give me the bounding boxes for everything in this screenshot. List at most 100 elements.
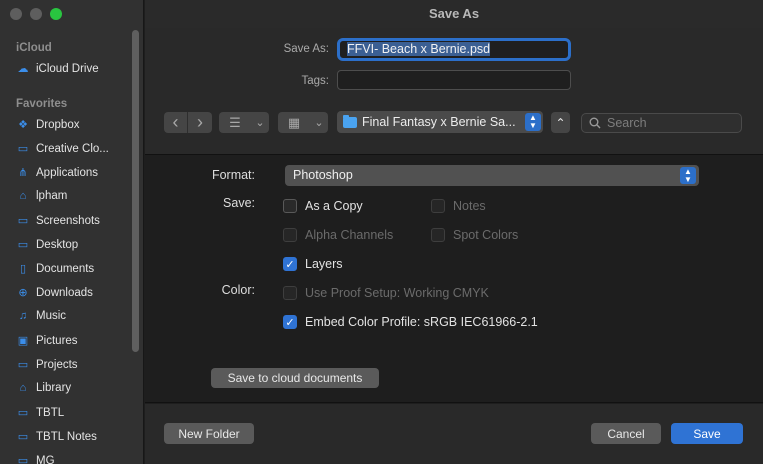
embed-color-profile-checkbox[interactable]: ✓ Embed Color Profile: sRGB IEC61966-2.1	[283, 315, 538, 329]
checkbox-box	[283, 286, 297, 300]
zoom-window-button[interactable]	[50, 8, 62, 20]
folder-icon: ▭	[17, 407, 29, 419]
sidebar-item-label: Creative Clo...	[36, 142, 109, 155]
save-button[interactable]: Save	[671, 423, 743, 444]
updown-arrows-icon: ▲ ▼	[525, 113, 541, 131]
as-a-copy-checkbox[interactable]: As a Copy	[283, 199, 363, 213]
window-controls	[10, 8, 62, 20]
window-title: Save As	[145, 0, 763, 28]
sidebar-item-label: TBTL Notes	[36, 430, 97, 443]
forward-button[interactable]: ›	[188, 112, 212, 133]
location-popup[interactable]: Final Fantasy x Bernie Sa... ▲ ▼	[337, 111, 543, 133]
sidebar-item-label: Dropbox	[36, 118, 80, 131]
sidebar-item-icloud-drive[interactable]: ☁ iCloud Drive	[16, 62, 134, 76]
cancel-button[interactable]: Cancel	[591, 423, 661, 444]
checkbox-box	[283, 228, 297, 242]
search-field[interactable]: Search	[581, 113, 742, 133]
spot-colors-checkbox[interactable]: Spot Colors	[431, 228, 518, 242]
collapse-browser-button[interactable]: ⌃	[551, 112, 570, 133]
desktop-icon: ▭	[17, 239, 29, 251]
sidebar-item-desktop[interactable]: ▭ Desktop	[16, 238, 134, 252]
group-view-menu[interactable]: ▦ ⌄	[278, 112, 328, 133]
view-list-menu[interactable]: ☰ ⌄	[219, 112, 269, 133]
layers-checkbox[interactable]: ✓ Layers	[283, 257, 343, 271]
sidebar-item-label: TBTL	[36, 406, 65, 419]
sidebar-item-label: lpham	[36, 190, 68, 202]
checkmark-icon: ✓	[283, 315, 297, 329]
sidebar-item-label: Pictures	[36, 334, 78, 347]
sidebar-item-label: Downloads	[36, 286, 93, 299]
checkbox-label: As a Copy	[305, 199, 363, 213]
checkmark-icon: ✓	[283, 257, 297, 271]
sidebar-item-label: Music	[36, 310, 67, 322]
dialog-footer: New Folder Cancel Save	[145, 404, 763, 464]
sidebar-item-label: Library	[36, 382, 72, 394]
location-label: Final Fantasy x Bernie Sa...	[362, 115, 516, 129]
sidebar-item-downloads[interactable]: ⊕ Downloads	[16, 286, 134, 300]
sidebar-item-pictures[interactable]: ▣ Pictures	[16, 334, 134, 348]
sidebar-item-creative-cloud[interactable]: ▭ Creative Clo...	[16, 142, 134, 156]
sidebar-item-tbtl-notes[interactable]: ▭ TBTL Notes	[16, 430, 134, 444]
sidebar-item-documents[interactable]: ▯ Documents	[16, 262, 134, 276]
music-icon: ♫	[18, 310, 28, 322]
cloud-icon: ☁	[17, 63, 29, 75]
applications-icon: ⋔	[18, 167, 28, 179]
new-folder-button[interactable]: New Folder	[164, 423, 254, 444]
tags-label: Tags:	[301, 75, 330, 87]
format-value: Photoshop	[293, 168, 353, 182]
updown-arrows-icon: ▲ ▼	[680, 167, 696, 184]
save-to-cloud-button[interactable]: Save to cloud documents	[211, 368, 379, 388]
sidebar-item-tbtl[interactable]: ▭ TBTL	[16, 406, 134, 420]
use-proof-setup-checkbox[interactable]: Use Proof Setup: Working CMYK	[283, 286, 489, 300]
sidebar-item-mg[interactable]: ▭ MG	[16, 454, 134, 464]
save-options: Format: Photoshop ▲ ▼ Save: As a Copy Not…	[145, 156, 763, 403]
save-as-label: Save As:	[283, 43, 329, 55]
sidebar-item-screenshots[interactable]: ▭ Screenshots	[16, 214, 134, 228]
sidebar-item-lpham[interactable]: ⌂ lpham	[16, 190, 134, 202]
notes-checkbox[interactable]: Notes	[431, 199, 486, 213]
folder-icon: ▭	[17, 143, 29, 155]
folder-icon: ▭	[17, 431, 29, 443]
sidebar-item-label: Applications	[36, 166, 99, 179]
search-icon	[589, 117, 601, 129]
color-options-label: Color:	[221, 283, 255, 297]
home-icon: ⌂	[19, 190, 27, 202]
sidebar-section-favorites: Favorites	[16, 98, 68, 110]
checkbox-label: Use Proof Setup: Working CMYK	[305, 286, 489, 300]
checkbox-label: Embed Color Profile: sRGB IEC61966-2.1	[305, 315, 538, 329]
back-button[interactable]: ‹	[164, 112, 188, 133]
folder-icon: ▭	[17, 215, 29, 227]
sidebar-item-label: iCloud Drive	[36, 62, 99, 75]
sidebar-item-library[interactable]: ⌂ Library	[16, 382, 134, 394]
document-icon: ▯	[19, 263, 27, 275]
download-icon: ⊕	[18, 287, 28, 299]
sidebar-item-dropbox[interactable]: ❖ Dropbox	[16, 118, 134, 132]
sidebar-item-label: Desktop	[36, 238, 79, 251]
checkbox-box	[431, 199, 445, 213]
folder-icon	[343, 114, 357, 128]
sidebar-item-label: Screenshots	[36, 214, 100, 227]
grid-view-icon: ▦	[287, 114, 301, 130]
chevron-down-icon: ⌄	[314, 117, 324, 129]
format-select[interactable]: Photoshop ▲ ▼	[285, 165, 699, 186]
sidebar-item-projects[interactable]: ▭ Projects	[16, 358, 134, 372]
sidebar-scrollbar[interactable]	[132, 30, 139, 352]
sidebar-item-label: Documents	[36, 262, 95, 275]
checkbox-label: Alpha Channels	[305, 228, 394, 242]
checkbox-box	[283, 199, 297, 213]
filename-field[interactable]: FFVI- Beach x Bernie.psd	[337, 38, 571, 61]
close-window-button[interactable]	[10, 8, 22, 20]
tags-field[interactable]	[337, 70, 571, 90]
checkbox-label: Spot Colors	[453, 228, 519, 242]
sidebar-item-music[interactable]: ♫ Music	[16, 310, 134, 322]
minimize-window-button[interactable]	[30, 8, 42, 20]
sidebar: iCloud ☁ iCloud Drive Favorites ❖ Dropbo…	[0, 0, 144, 464]
search-placeholder: Search	[607, 116, 647, 130]
save-dialog: Save As Save As: FFVI- Beach x Bernie.ps…	[145, 0, 763, 464]
folder-icon: ▭	[17, 359, 29, 371]
sidebar-item-label: MG	[36, 454, 55, 464]
pictures-icon: ▣	[17, 335, 29, 347]
sidebar-item-applications[interactable]: ⋔ Applications	[16, 166, 134, 180]
alpha-channels-checkbox[interactable]: Alpha Channels	[283, 228, 393, 242]
list-view-icon: ☰	[229, 114, 241, 130]
